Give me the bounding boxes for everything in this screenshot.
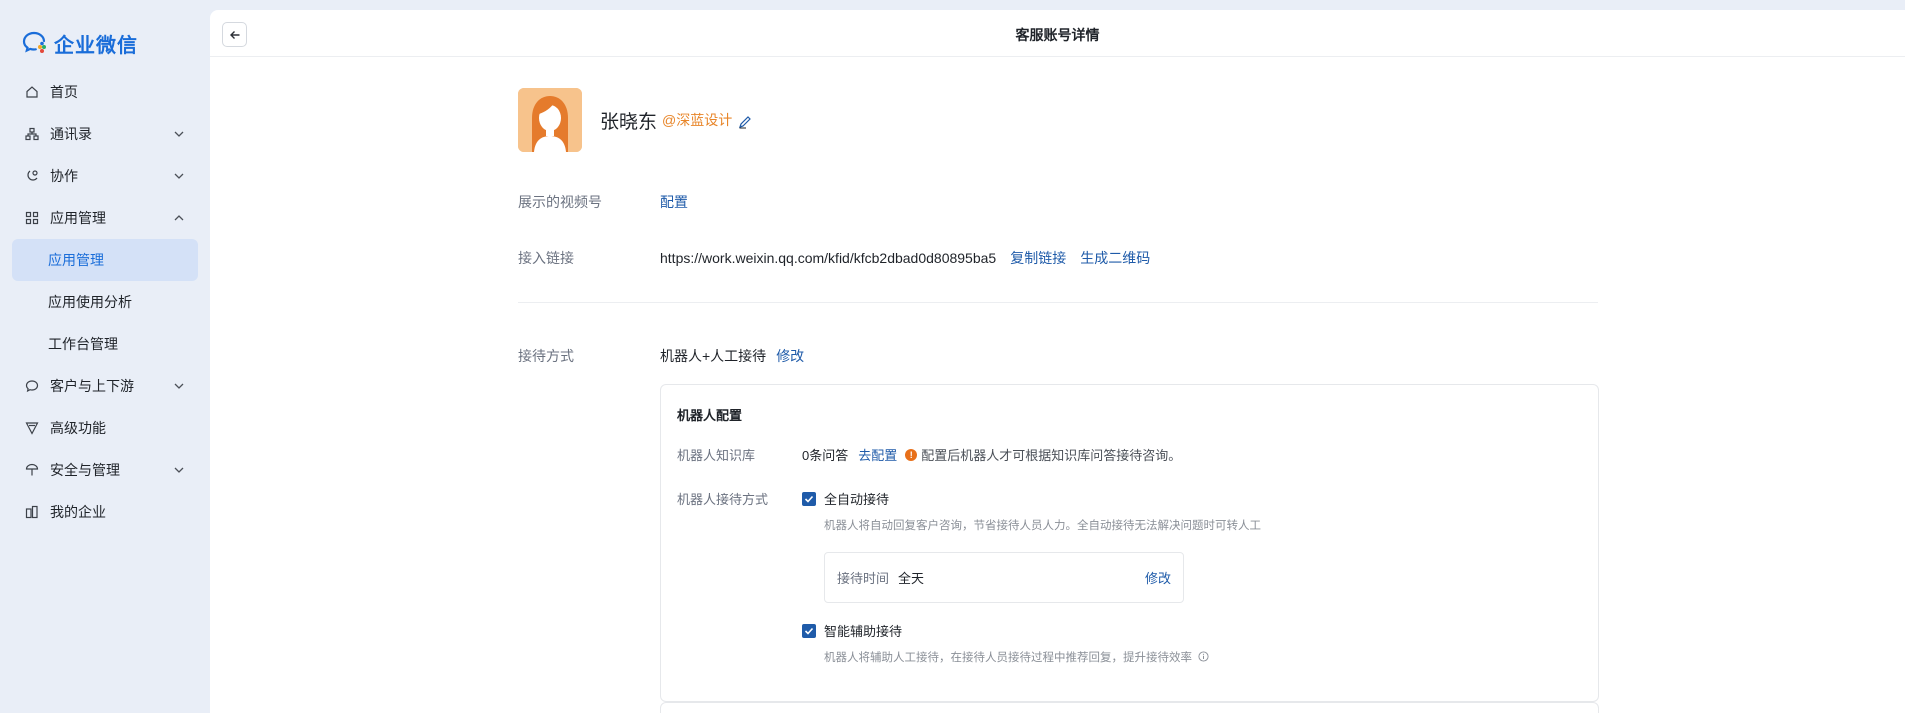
assist-desc-row: 机器人将辅助人工接待，在接待人员接待过程中推荐回复，提升接待效率 bbox=[824, 649, 1209, 665]
info-icon[interactable] bbox=[1198, 651, 1209, 662]
avatar-illustration-icon bbox=[518, 88, 582, 152]
nav-label: 高级功能 bbox=[50, 420, 106, 436]
nav-item-contacts[interactable]: 通讯录 bbox=[12, 113, 198, 155]
nav-item-home[interactable]: 首页 bbox=[12, 71, 198, 113]
profile-header: 张晓东 @深蓝设计 bbox=[518, 88, 752, 152]
nav-label: 通讯录 bbox=[50, 126, 92, 142]
page-title: 客服账号详情 bbox=[1015, 27, 1100, 43]
collab-icon bbox=[24, 168, 40, 184]
robot-config-title: 机器人配置 bbox=[677, 408, 743, 423]
nav-label: 首页 bbox=[50, 84, 78, 100]
contacts-icon bbox=[24, 126, 40, 142]
avatar[interactable] bbox=[518, 88, 582, 152]
auto-reception-desc: 机器人将自动回复客户咨询，节省接待人员人力。全自动接待无法解决问题时可转人工 bbox=[824, 520, 1261, 532]
access-link-label: 接入链接 bbox=[518, 250, 574, 266]
edit-pencil-icon[interactable] bbox=[738, 115, 752, 129]
nav-sub-label: 应用管理 bbox=[48, 252, 104, 268]
reception-label: 接待方式 bbox=[518, 348, 574, 364]
apps-icon bbox=[24, 210, 40, 226]
nav-sub-workbench[interactable]: 工作台管理 bbox=[12, 323, 198, 365]
channels-label: 展示的视频号 bbox=[518, 194, 602, 210]
building-icon bbox=[24, 504, 40, 520]
next-config-card bbox=[660, 702, 1599, 713]
home-icon bbox=[24, 84, 40, 100]
reception-time-value: 全天 bbox=[898, 571, 925, 586]
assist-row: 智能辅助接待 bbox=[802, 621, 902, 640]
reception-row: 接待方式 机器人+人工接待 修改 bbox=[518, 346, 804, 366]
advanced-icon bbox=[24, 420, 40, 436]
nav-item-my-company[interactable]: 我的企业 bbox=[12, 491, 198, 533]
robot-config-card: 机器人配置 机器人知识库 0条问答 去配置 ! 配置后机器人才可根据知识库问答接… bbox=[660, 384, 1599, 702]
assist-reception-checkbox[interactable] bbox=[802, 623, 816, 638]
chat-icon bbox=[24, 378, 40, 394]
edit-time-link[interactable]: 修改 bbox=[1145, 568, 1171, 587]
knowledge-base-hint: 配置后机器人才可根据知识库问答接待咨询。 bbox=[921, 448, 1182, 463]
channels-row: 展示的视频号 配置 bbox=[518, 192, 688, 212]
reception-value: 机器人+人工接待 bbox=[660, 348, 767, 364]
security-icon bbox=[24, 462, 40, 478]
chevron-down-icon bbox=[174, 467, 184, 473]
account-name: 张晓东 bbox=[600, 111, 658, 133]
corp-name: @深蓝设计 bbox=[662, 112, 733, 128]
chevron-down-icon bbox=[174, 383, 184, 389]
warning-icon: ! bbox=[905, 448, 918, 461]
nav-item-apps[interactable]: 应用管理 bbox=[12, 197, 198, 239]
nav-item-collab[interactable]: 协作 bbox=[12, 155, 198, 197]
robot-mode-row: 机器人接待方式 全自动接待 bbox=[677, 489, 889, 508]
chevron-up-icon bbox=[174, 215, 184, 221]
chevron-down-icon bbox=[174, 173, 184, 179]
wecom-logo-icon bbox=[22, 31, 46, 53]
access-link-row: 接入链接 https://work.weixin.qq.com/kfid/kfc… bbox=[518, 248, 1150, 268]
nav-label: 我的企业 bbox=[50, 504, 106, 520]
nav-label: 协作 bbox=[50, 168, 78, 184]
reception-time-box: 接待时间 全天 修改 bbox=[824, 552, 1184, 603]
robot-mode-label: 机器人接待方式 bbox=[677, 492, 769, 507]
configure-kb-link[interactable]: 去配置 bbox=[858, 445, 897, 464]
app-logo[interactable]: 企业微信 bbox=[22, 30, 138, 57]
app-name: 企业微信 bbox=[54, 34, 138, 57]
checkmark-icon bbox=[804, 495, 814, 503]
nav-item-customers[interactable]: 客户与上下游 bbox=[12, 365, 198, 407]
assist-reception-desc: 机器人将辅助人工接待，在接待人员接待过程中推荐回复，提升接待效率 bbox=[824, 652, 1192, 664]
assist-reception-label[interactable]: 智能辅助接待 bbox=[824, 621, 902, 640]
auto-reception-label[interactable]: 全自动接待 bbox=[824, 489, 889, 508]
nav-item-advanced[interactable]: 高级功能 bbox=[12, 407, 198, 449]
checkmark-icon bbox=[804, 627, 814, 635]
chevron-down-icon bbox=[174, 131, 184, 137]
nav-sub-app-management[interactable]: 应用管理 bbox=[12, 239, 198, 281]
nav-sub-label: 应用使用分析 bbox=[48, 294, 132, 310]
top-bar: 客服账号详情 bbox=[210, 10, 1905, 57]
knowledge-base-count: 0条问答 bbox=[802, 448, 849, 463]
copy-link-button[interactable]: 复制链接 bbox=[1010, 248, 1066, 268]
generate-qr-button[interactable]: 生成二维码 bbox=[1080, 248, 1150, 268]
reception-time-label: 接待时间 bbox=[837, 571, 890, 586]
knowledge-base-label: 机器人知识库 bbox=[677, 448, 756, 463]
nav-sub-label: 工作台管理 bbox=[48, 336, 118, 352]
nav-item-security[interactable]: 安全与管理 bbox=[12, 449, 198, 491]
knowledge-base-row: 机器人知识库 0条问答 去配置 ! 配置后机器人才可根据知识库问答接待咨询。 bbox=[677, 445, 1181, 464]
auto-reception-checkbox[interactable] bbox=[802, 491, 816, 506]
access-url: https://work.weixin.qq.com/kfid/kfcb2dba… bbox=[660, 250, 997, 266]
sidebar-nav: 首页 通讯录 协作 应用管理 应用管理 应用使用分析 工作台管理 客户与上下游 … bbox=[12, 71, 198, 533]
nav-sub-app-usage[interactable]: 应用使用分析 bbox=[12, 281, 198, 323]
nav-label: 安全与管理 bbox=[50, 462, 120, 478]
configure-channels-link[interactable]: 配置 bbox=[660, 192, 688, 212]
section-divider bbox=[518, 302, 1598, 303]
nav-label: 客户与上下游 bbox=[50, 378, 134, 394]
nav-label: 应用管理 bbox=[50, 210, 106, 226]
main-panel: 客服账号详情 张晓东 @深蓝设计 展示的视频号 配置 接入链接 https://… bbox=[210, 10, 1905, 713]
edit-reception-link[interactable]: 修改 bbox=[776, 346, 804, 366]
sidebar: 企业微信 首页 通讯录 协作 应用管理 应用管理 应用使用分析 工作台管理 客户… bbox=[0, 0, 210, 713]
